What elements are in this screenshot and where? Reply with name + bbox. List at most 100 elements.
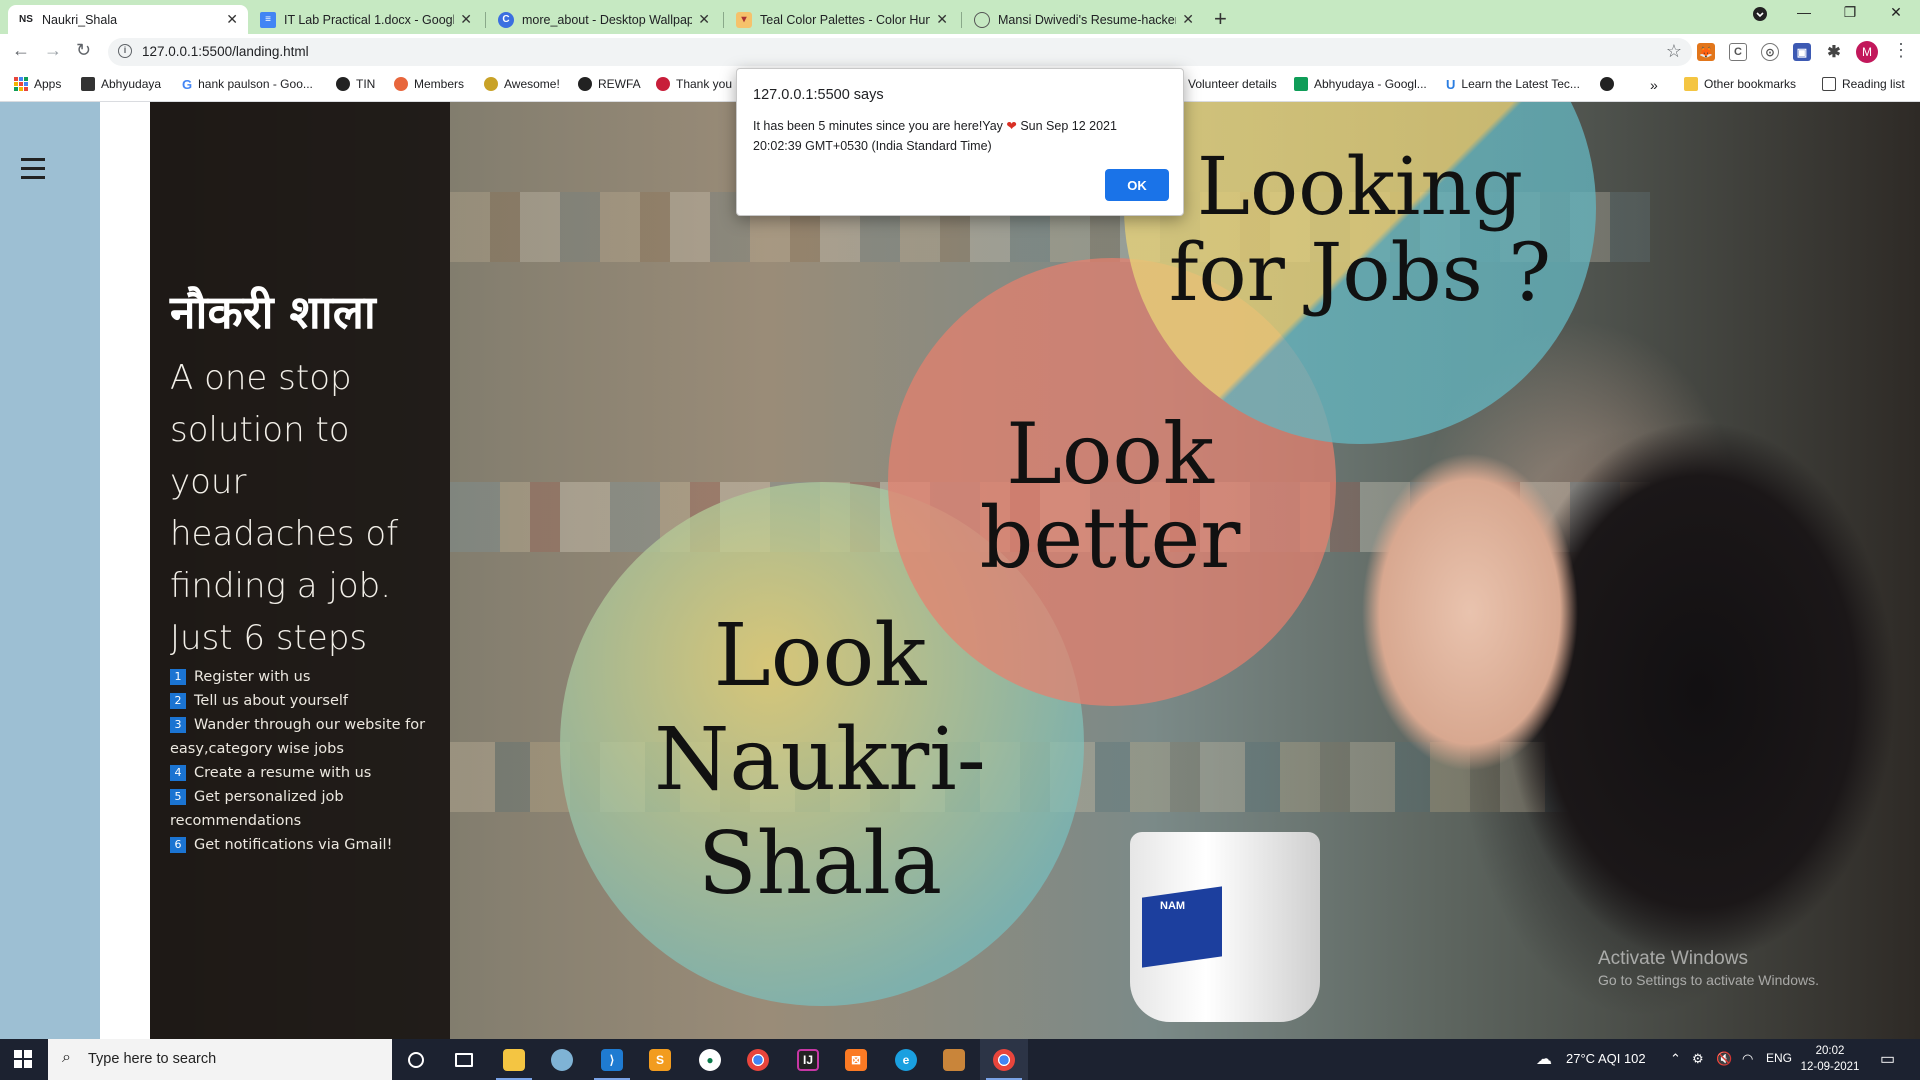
taskbar-search-box[interactable]: ⌕ Type here to search: [48, 1039, 392, 1080]
step-text: Wander through our website for easy,cate…: [170, 717, 426, 757]
step-number-badge: 5: [170, 789, 186, 805]
tab-label: more_about - Desktop Wallpaper: [522, 12, 693, 27]
weather-icon[interactable]: ☁: [1536, 1049, 1552, 1069]
clock-time: 20:02: [1815, 1045, 1845, 1057]
tab-search-icon[interactable]: [1740, 6, 1780, 25]
bookmark-volunteer-details[interactable]: Volunteer details: [1188, 77, 1277, 91]
back-icon[interactable]: ←: [12, 40, 30, 61]
metamask-extension-icon[interactable]: 🦊: [1697, 43, 1715, 61]
ok-button[interactable]: OK: [1105, 169, 1169, 201]
windows-start-icon[interactable]: [14, 1050, 33, 1069]
forward-icon[interactable]: →: [44, 40, 62, 61]
minimize-button[interactable]: —: [1784, 4, 1824, 20]
xampp-icon[interactable]: ⊠: [832, 1039, 880, 1080]
new-tab-button[interactable]: +: [1214, 6, 1227, 32]
bookmark-rewfa[interactable]: REWFA: [578, 77, 641, 91]
bookmark-star-icon[interactable]: ☆: [1666, 41, 1682, 62]
github-icon: [578, 77, 592, 91]
bookmark-label: hank paulson - Goo...: [198, 77, 313, 91]
show-hidden-icons-chevron-icon[interactable]: ⌃: [1670, 1051, 1681, 1067]
tab-it-lab-practical[interactable]: ≡ IT Lab Practical 1.docx - Google D ✕: [250, 5, 482, 34]
web-page: NAM Looking for Jobs ? Look better Look …: [0, 102, 1920, 1039]
bookmark-abhyudaya[interactable]: Abhyudaya: [81, 77, 161, 91]
cortana-icon[interactable]: [392, 1039, 440, 1080]
tab-separator: [485, 12, 486, 28]
intellij-icon[interactable]: IJ: [784, 1039, 832, 1080]
notification-icon[interactable]: ▭: [1880, 1049, 1895, 1069]
bookmark-abhyudaya-google[interactable]: Abhyudaya - Googl...: [1294, 77, 1427, 91]
step-item: 1 Register with us: [170, 665, 430, 689]
bookmark-awesome[interactable]: Awesome!: [484, 77, 560, 91]
reload-icon[interactable]: ↻: [76, 40, 91, 61]
close-tab-icon[interactable]: ✕: [936, 11, 948, 28]
close-tab-icon[interactable]: ✕: [1182, 11, 1194, 28]
sheets-icon: [1294, 77, 1308, 91]
weather-text[interactable]: 27°C AQI 102: [1566, 1051, 1646, 1066]
bookmark-favicon-icon: [656, 77, 670, 91]
google-g-icon: G: [182, 77, 193, 92]
wifi-icon[interactable]: ◠: [1742, 1051, 1753, 1067]
search-icon: ⌕: [62, 1049, 71, 1066]
tray-app-icon[interactable]: ⚙: [1692, 1051, 1704, 1067]
bookmark-reading-list[interactable]: Reading list: [1822, 77, 1905, 91]
step-number-badge: 4: [170, 765, 186, 781]
tab-naukri-shala[interactable]: NS Naukri_Shala ✕: [8, 5, 248, 34]
step-item: 6 Get notifications via Gmail!: [170, 833, 430, 857]
close-tab-icon[interactable]: ✕: [460, 11, 472, 28]
heart-icon: ❤: [1006, 119, 1017, 133]
apps-grid-icon: [14, 77, 28, 91]
url-text[interactable]: 127.0.0.1:5500/landing.html: [142, 44, 309, 59]
browser-toolbar: ← → ↻ i 127.0.0.1:5500/landing.html ☆ 🦊 …: [0, 34, 1920, 70]
more-bookmarks-chevron-icon[interactable]: »: [1650, 77, 1658, 93]
bookmark-label: Apps: [34, 77, 62, 91]
chrome-active-icon[interactable]: [980, 1039, 1028, 1080]
volume-muted-icon[interactable]: 🔇: [1716, 1051, 1732, 1067]
task-view-icon[interactable]: [440, 1039, 488, 1080]
language-indicator[interactable]: ENG: [1766, 1051, 1792, 1065]
extensions-puzzle-icon[interactable]: ✱: [1825, 43, 1843, 61]
close-window-button[interactable]: ✕: [1876, 4, 1916, 21]
step-text: Create a resume with us: [194, 765, 372, 781]
chrome-menu-icon[interactable]: ⋮: [1892, 40, 1910, 61]
system-clock[interactable]: 20:02 12-09-2021: [1800, 1043, 1860, 1075]
profile-avatar[interactable]: M: [1856, 41, 1878, 63]
colorhunt-icon: ▾: [736, 11, 752, 28]
package-app-icon[interactable]: [930, 1039, 978, 1080]
bookmark-label: Other bookmarks: [1704, 77, 1797, 91]
file-explorer-icon[interactable]: [490, 1039, 538, 1080]
sublime-text-icon[interactable]: S: [636, 1039, 684, 1080]
vscode-icon[interactable]: ⟩: [588, 1039, 636, 1080]
extension-c-icon[interactable]: C: [1729, 43, 1747, 61]
c-icon: C: [498, 11, 514, 28]
close-tab-icon[interactable]: ✕: [226, 11, 238, 28]
site-info-icon[interactable]: i: [118, 44, 132, 58]
tab-more-about[interactable]: C more_about - Desktop Wallpaper ✕: [488, 5, 720, 34]
bookmark-hank-paulson[interactable]: G hank paulson - Goo...: [182, 77, 313, 92]
chrome-icon[interactable]: [734, 1039, 782, 1080]
bookmark-tin[interactable]: TIN: [336, 77, 375, 91]
bookmark-learn-latest[interactable]: U Learn the Latest Tec...: [1446, 77, 1580, 92]
extension-blue-icon[interactable]: ▣: [1793, 43, 1811, 61]
bookmark-other[interactable]: Other bookmarks: [1684, 77, 1796, 91]
app-icon-bird[interactable]: [538, 1039, 586, 1080]
address-bar[interactable]: i 127.0.0.1:5500/landing.html ☆: [108, 38, 1692, 66]
bookmark-favicon-icon: [81, 77, 95, 91]
bookmark-label: Learn the Latest Tec...: [1461, 77, 1580, 91]
bookmark-apps[interactable]: Apps: [14, 77, 61, 91]
tab-resume-hacker[interactable]: Mansi Dwivedi's Resume-hacker ✕: [964, 5, 1204, 34]
close-tab-icon[interactable]: ✕: [698, 11, 710, 28]
dialog-message: It has been 5 minutes since you are here…: [753, 116, 1163, 156]
bookmark-globe-icon[interactable]: [1600, 77, 1620, 91]
hamburger-menu-icon[interactable]: [21, 158, 45, 180]
dialog-message-text: It has been 5 minutes since you are here…: [753, 119, 1007, 133]
step-text: Register with us: [194, 669, 311, 685]
edge-icon[interactable]: e: [882, 1039, 930, 1080]
app-icon-green-circle[interactable]: ●: [686, 1039, 734, 1080]
bookmark-members[interactable]: Members: [394, 77, 464, 91]
restore-button[interactable]: ❐: [1830, 4, 1870, 21]
tab-color-hunt[interactable]: ▾ Teal Color Palettes - Color Hunt ✕: [726, 5, 958, 34]
bookmark-thank-you[interactable]: Thank you: [656, 77, 732, 91]
extension-circle-icon[interactable]: ⊙: [1761, 43, 1779, 61]
tab-separator: [961, 12, 962, 28]
dialog-origin: 127.0.0.1:5500 says: [753, 87, 884, 103]
